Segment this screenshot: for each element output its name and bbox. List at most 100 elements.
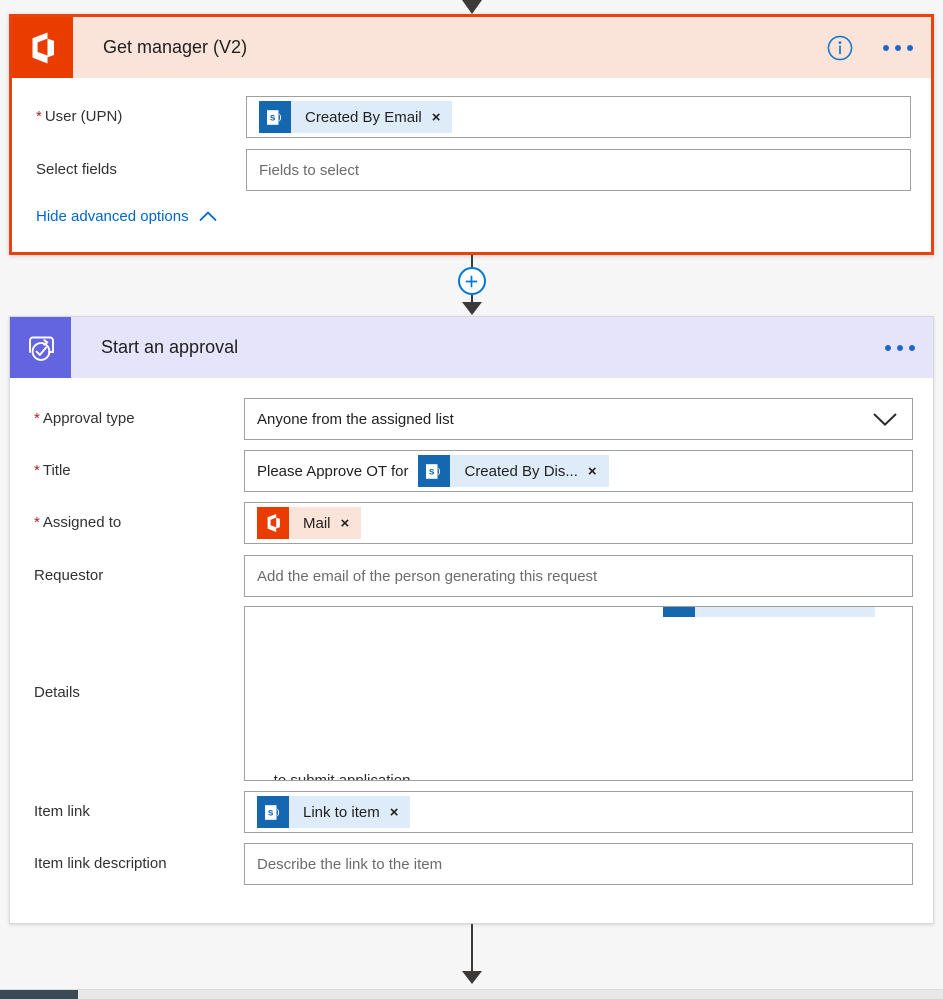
advanced-options-row: Hide advanced options — [12, 208, 931, 225]
required-indicator: * — [34, 514, 40, 531]
field-label-assigned-to: * Assigned to — [34, 514, 122, 531]
scrollbar-thumb[interactable] — [0, 990, 78, 999]
connector-add-step — [0, 255, 943, 316]
more-menu-icon[interactable] — [883, 44, 913, 51]
arrow-head-icon — [461, 302, 482, 315]
token-remove-icon[interactable]: × — [384, 805, 411, 820]
sharepoint-icon: s — [257, 796, 289, 828]
user-upn-input[interactable]: s Created By Email × — [246, 96, 911, 138]
field-label-item-link: Item link — [34, 803, 90, 820]
more-menu-icon[interactable] — [885, 344, 915, 351]
approval-type-value: Anyone from the assigned list — [257, 410, 454, 428]
svg-text:s: s — [269, 112, 275, 123]
field-control-details: ... to submit application... — [244, 606, 913, 781]
office365-icon — [257, 507, 289, 539]
field-label-user-upn: * User (UPN) — [36, 108, 123, 125]
arrow-head-icon — [461, 971, 482, 984]
token-chip-label: Mail — [303, 514, 331, 532]
title-prefix-text: Please Approve OT for — [257, 462, 409, 480]
connector-after-approval — [0, 924, 943, 990]
connector-line — [470, 924, 473, 972]
connector-line-lower — [470, 295, 473, 303]
field-label-requestor: Requestor — [34, 567, 104, 584]
sharepoint-icon — [663, 607, 695, 617]
approval-type-select[interactable]: Anyone from the assigned list — [244, 398, 913, 440]
token-remove-icon[interactable]: × — [426, 110, 453, 125]
field-row-item-link: Item link s Link to item × — [10, 791, 933, 833]
token-chip-created-by-display[interactable]: s Created By Dis... × — [418, 455, 609, 487]
field-control-requestor: Add the email of the person generating t… — [244, 555, 913, 597]
field-control-item-link: s Link to item × — [244, 791, 913, 833]
field-label-details: Details — [34, 684, 80, 701]
approvals-icon — [10, 317, 71, 378]
details-clipped-text: ... to submit application... — [257, 772, 423, 781]
token-chip-label: Created By Dis... — [464, 462, 578, 480]
card-header-start-approval[interactable]: Start an approval — [10, 317, 933, 378]
details-clipped-token-row — [245, 607, 912, 617]
assigned-to-input[interactable]: Mail × — [244, 502, 913, 544]
token-chip-mail[interactable]: Mail × — [257, 507, 362, 539]
title-inline-content: Please Approve OT for s Created By Dis..… — [257, 455, 609, 487]
item-link-input[interactable]: s Link to item × — [244, 791, 913, 833]
connector-into-get-manager — [0, 0, 943, 14]
sharepoint-icon: s — [418, 455, 451, 487]
chevron-up-icon — [199, 211, 217, 222]
card-title: Get manager (V2) — [103, 37, 248, 57]
field-row-select-fields: Select fields Fields to select — [12, 149, 931, 191]
token-chip-label: Link to item — [303, 803, 380, 821]
card-header-actions — [827, 17, 913, 78]
hide-advanced-options-link[interactable]: Hide advanced options — [36, 208, 217, 225]
select-fields-placeholder: Fields to select — [259, 161, 360, 179]
card-body-get-manager: * User (UPN) s Created By Email × Select… — [12, 96, 931, 225]
token-chip-label: Created By Email — [305, 108, 422, 126]
item-link-description-input[interactable]: Describe the link to the item — [244, 843, 913, 885]
field-control-assigned-to: Mail × — [244, 502, 913, 544]
sharepoint-icon: s — [259, 101, 291, 133]
horizontal-scrollbar[interactable] — [0, 989, 943, 999]
field-row-details: Details ... to submit application... — [10, 606, 933, 781]
card-header-actions — [885, 317, 915, 378]
hide-advanced-options-label: Hide advanced options — [36, 208, 189, 225]
action-card-start-approval[interactable]: Start an approval * Approval type Anyone … — [9, 316, 934, 924]
token-remove-icon[interactable]: × — [335, 516, 362, 531]
requestor-placeholder: Add the email of the person generating t… — [257, 567, 598, 585]
action-card-get-manager[interactable]: Get manager (V2) * User (UPN) s Created … — [9, 14, 934, 255]
plus-circle-icon[interactable] — [457, 267, 486, 295]
svg-text:s: s — [429, 466, 435, 477]
flow-canvas: Get manager (V2) * User (UPN) s Created … — [0, 0, 943, 999]
token-chip-link-to-item[interactable]: s Link to item × — [257, 796, 411, 828]
field-row-title: * Title Please Approve OT for s Created … — [10, 450, 933, 492]
field-label-select-fields: Select fields — [36, 161, 117, 178]
info-circle-icon[interactable] — [827, 35, 853, 61]
field-control-approval-type: Anyone from the assigned list — [244, 398, 913, 440]
field-label-approval-type: * Approval type — [34, 410, 135, 427]
office365-users-icon — [12, 17, 73, 78]
required-indicator: * — [34, 410, 40, 427]
field-row-item-link-description: Item link description Describe the link … — [10, 843, 933, 885]
required-indicator: * — [34, 462, 40, 479]
field-control-item-link-description: Describe the link to the item — [244, 843, 913, 885]
field-control-user-upn: s Created By Email × — [246, 96, 911, 138]
card-body-start-approval: * Approval type Anyone from the assigned … — [10, 398, 933, 885]
field-row-approval-type: * Approval type Anyone from the assigned … — [10, 398, 933, 440]
field-label-item-link-description: Item link description — [34, 855, 167, 872]
item-link-description-placeholder: Describe the link to the item — [257, 855, 443, 873]
chevron-down-icon[interactable] — [872, 412, 898, 427]
select-fields-input[interactable]: Fields to select — [246, 149, 911, 191]
card-header-get-manager[interactable]: Get manager (V2) — [12, 17, 931, 78]
field-row-user-upn: * User (UPN) s Created By Email × — [12, 96, 931, 138]
field-control-select-fields: Fields to select — [246, 149, 911, 191]
card-title: Start an approval — [101, 337, 239, 357]
token-chip-body — [695, 607, 875, 617]
token-chip-created-by-email[interactable]: s Created By Email × — [259, 101, 453, 133]
title-input[interactable]: Please Approve OT for s Created By Dis..… — [244, 450, 913, 492]
requestor-input[interactable]: Add the email of the person generating t… — [244, 555, 913, 597]
arrow-head-icon — [461, 0, 482, 14]
token-remove-icon[interactable]: × — [582, 464, 609, 479]
token-chip-clipped[interactable] — [663, 607, 875, 617]
connector-line — [470, 255, 473, 267]
details-textarea[interactable]: ... to submit application... — [244, 606, 913, 781]
svg-text:s: s — [267, 807, 273, 818]
required-indicator: * — [36, 108, 42, 125]
field-label-title: * Title — [34, 462, 71, 479]
